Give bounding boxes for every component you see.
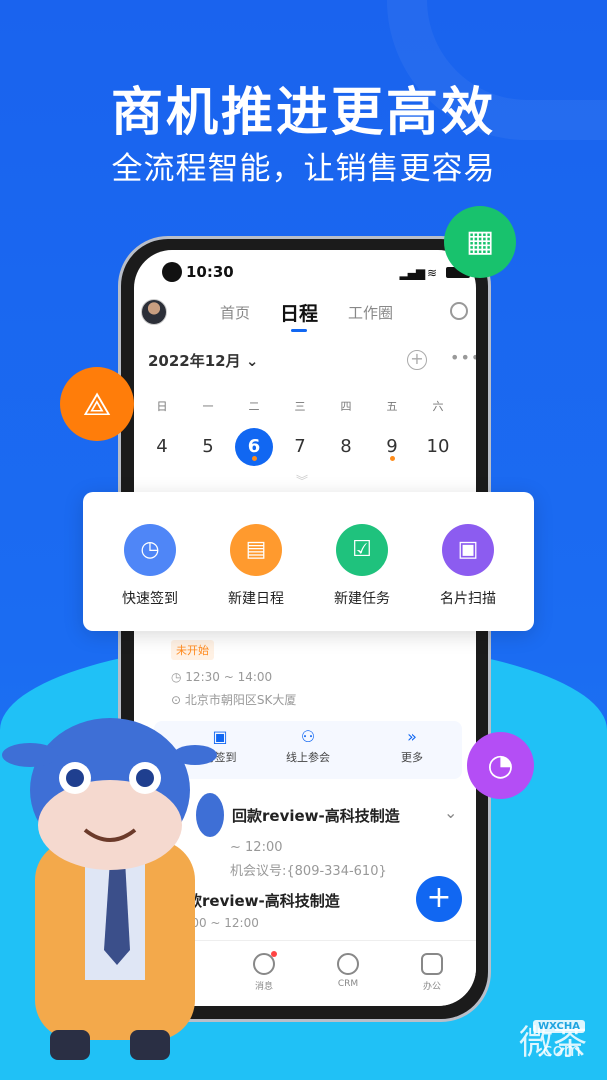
camera-icon <box>162 262 182 282</box>
people-icon: ⚇ <box>300 727 316 746</box>
online-meeting-action[interactable]: ⚇ 线上参会 <box>268 727 348 765</box>
watermark-badge: WXCHA <box>533 1020 585 1033</box>
more-icon[interactable]: ••• <box>450 348 476 367</box>
quick-actions-card: ◷ 快速签到 ▤ 新建日程 ☑ 新建任务 ▣ 名片扫描 <box>83 492 534 631</box>
event-dot <box>390 456 395 461</box>
quick-action-0[interactable]: ◷ 快速签到 <box>105 524 195 608</box>
calendar-day[interactable]: 8 <box>327 428 365 466</box>
chart-icon <box>337 953 359 975</box>
meeting-number: 机会议号:{809-334-610} <box>230 864 387 879</box>
expand-chevron-icon[interactable]: ︾ <box>296 472 308 489</box>
weekday-label: 一 <box>202 400 214 413</box>
calendar-day[interactable]: 4 <box>143 428 181 466</box>
monitor-chart-icon: ▦ <box>444 206 516 278</box>
pie-chart-icon: ◔ <box>467 732 534 799</box>
headline: 商机推进更高效 <box>110 83 496 143</box>
quick-action-label: 快速签到 <box>122 591 178 607</box>
subheadline: 全流程智能，让销售更容易 <box>111 151 496 187</box>
nav-messages[interactable]: 消息 <box>234 951 294 992</box>
quick-action-label: 名片扫描 <box>440 591 496 607</box>
signal-wifi-icon: ▂▄▆ ≋ <box>399 266 437 280</box>
search-icon[interactable] <box>450 302 468 320</box>
chevron-down-icon[interactable]: ⌄ <box>444 803 457 822</box>
weekday-label: 二 <box>248 400 260 413</box>
calendar-plus-icon: ▤ <box>230 524 282 576</box>
card-scan-icon: ▣ <box>442 524 494 576</box>
active-tab-indicator <box>291 329 307 332</box>
status-time: 10:30 <box>186 263 234 281</box>
chevron-down-icon: ⌄ <box>245 352 259 370</box>
briefcase-icon <box>421 953 443 975</box>
avatar[interactable] <box>141 299 167 325</box>
event-title[interactable]: 回款review-高科技制造 <box>232 805 400 826</box>
event-dot <box>252 456 257 461</box>
calendar-day[interactable]: 7 <box>281 428 319 466</box>
message-icon <box>253 951 277 975</box>
tab-schedule[interactable]: 日程 <box>280 299 318 326</box>
quick-action-2[interactable]: ☑ 新建任务 <box>317 524 407 608</box>
month-label: 2022年12月 <box>148 352 241 370</box>
status-bar: 10:30 ▂▄▆ ≋ <box>134 262 476 284</box>
nav-office[interactable]: 办公 <box>402 953 462 992</box>
calendar-day[interactable]: 5 <box>189 428 227 466</box>
weekday-label: 日 <box>156 400 168 413</box>
weekday-label: 四 <box>340 400 352 413</box>
add-fab-button[interactable]: + <box>416 876 462 922</box>
clipboard-check-icon: ☑ <box>336 524 388 576</box>
quick-action-label: 新建日程 <box>228 591 284 607</box>
weekday-label: 六 <box>432 400 444 413</box>
quick-action-3[interactable]: ▣ 名片扫描 <box>423 524 513 608</box>
quick-action-1[interactable]: ▤ 新建日程 <box>211 524 301 608</box>
add-circle-icon[interactable]: + <box>407 350 427 370</box>
month-selector[interactable]: 2022年12月 ⌄ <box>148 350 258 371</box>
double-chevron-icon: » <box>407 727 417 746</box>
weekday-label: 三 <box>294 400 306 413</box>
tab-work-circle[interactable]: 工作圈 <box>348 302 393 323</box>
event-time: ~ 12:00 <box>230 840 283 855</box>
share-nodes-icon: ⟁ <box>60 367 134 441</box>
location-clock-icon: ◷ <box>124 524 176 576</box>
event-time: ◷ 12:30 ~ 14:00 <box>171 670 273 684</box>
tab-home[interactable]: 首页 <box>220 302 250 323</box>
watermark-domain: .com <box>536 1040 581 1061</box>
status-badge: 未开始 <box>171 640 214 660</box>
calendar-day[interactable]: 10 <box>419 428 457 466</box>
weekday-label: 五 <box>386 400 398 413</box>
mascot-cow <box>2 718 224 1060</box>
more-action[interactable]: » 更多 <box>372 727 452 765</box>
nav-crm[interactable]: CRM <box>318 953 378 989</box>
quick-action-label: 新建任务 <box>334 591 390 607</box>
